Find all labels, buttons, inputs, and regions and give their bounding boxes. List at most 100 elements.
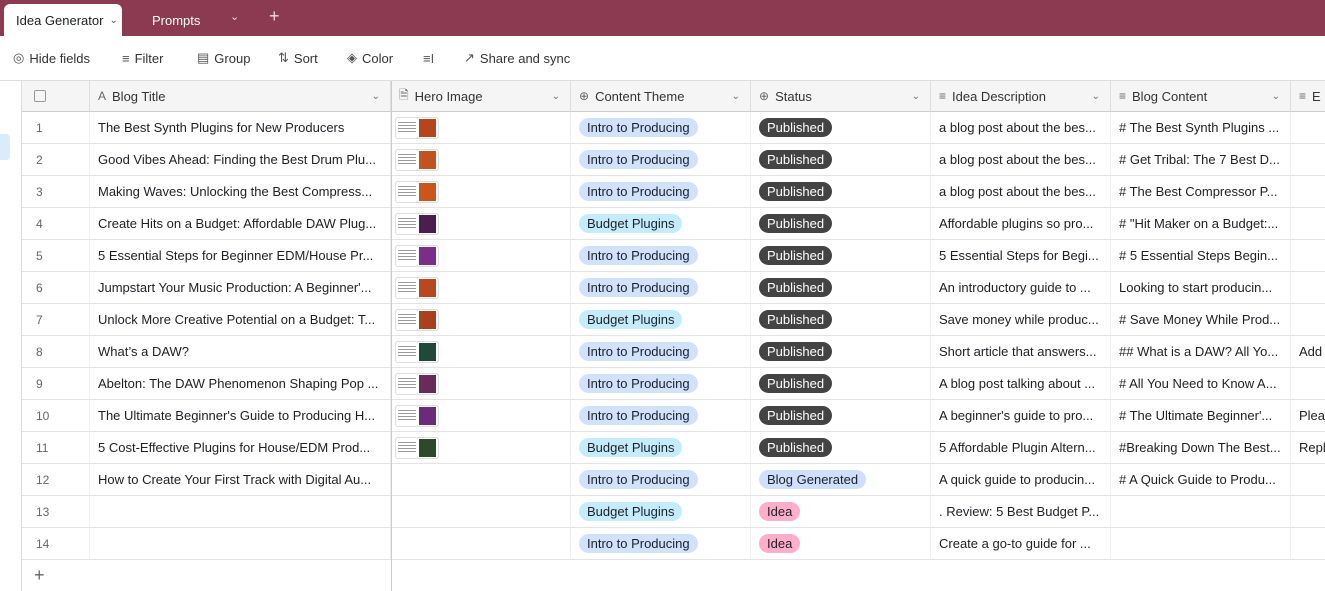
hero-image-cell[interactable] xyxy=(391,368,571,400)
status-cell[interactable]: Published xyxy=(751,432,931,464)
blog-content-cell[interactable]: # The Best Compressor P... xyxy=(1111,176,1291,208)
blog-content-cell[interactable]: # The Best Synth Plugins ... xyxy=(1111,112,1291,144)
hero-image-thumbnail[interactable] xyxy=(395,340,439,363)
blog-title-cell[interactable]: 5 Cost-Effective Plugins for House/EDM P… xyxy=(90,432,391,464)
sidebar-selected-item[interactable] xyxy=(0,134,10,160)
content-theme-cell[interactable]: Intro to Producing xyxy=(571,240,751,272)
hero-image-cell[interactable] xyxy=(391,272,571,304)
hero-image-cell[interactable] xyxy=(391,240,571,272)
idea-description-cell[interactable]: a blog post about the bes... xyxy=(931,176,1111,208)
extra-cell[interactable] xyxy=(1291,528,1325,560)
content-theme-cell[interactable]: Intro to Producing xyxy=(571,528,751,560)
blog-title-cell[interactable]: Good Vibes Ahead: Finding the Best Drum … xyxy=(90,144,391,176)
blog-content-cell[interactable]: # The Ultimate Beginner'... xyxy=(1111,400,1291,432)
blog-title-cell[interactable] xyxy=(90,496,391,528)
blog-title-cell[interactable]: Making Waves: Unlocking the Best Compres… xyxy=(90,176,391,208)
extra-cell[interactable] xyxy=(1291,112,1325,144)
content-theme-cell[interactable]: Budget Plugins xyxy=(571,304,751,336)
hero-image-thumbnail[interactable] xyxy=(395,308,439,331)
idea-description-cell[interactable]: A blog post talking about ... xyxy=(931,368,1111,400)
status-cell[interactable]: Published xyxy=(751,144,931,176)
extra-cell[interactable] xyxy=(1291,208,1325,240)
hero-image-cell[interactable] xyxy=(391,400,571,432)
blog-content-cell[interactable] xyxy=(1111,496,1291,528)
row-height-button[interactable]: ≡I xyxy=(423,51,434,66)
column-header[interactable]: ≡ E xyxy=(1291,81,1325,112)
idea-description-cell[interactable]: a blog post about the bes... xyxy=(931,144,1111,176)
idea-description-cell[interactable]: Affordable plugins so pro... xyxy=(931,208,1111,240)
idea-description-cell[interactable]: 5 Affordable Plugin Altern... xyxy=(931,432,1111,464)
blog-content-cell[interactable]: # Save Money While Prod... xyxy=(1111,304,1291,336)
blog-content-cell[interactable]: # 5 Essential Steps Begin... xyxy=(1111,240,1291,272)
tab-idea-generator[interactable]: Idea Generator ⌄ xyxy=(4,4,122,36)
blog-content-cell[interactable]: # All You Need to Know A... xyxy=(1111,368,1291,400)
select-all-checkbox[interactable] xyxy=(34,90,46,102)
hero-image-cell[interactable] xyxy=(391,432,571,464)
status-cell[interactable]: Published xyxy=(751,336,931,368)
hide-fields-button[interactable]: ◎ Hide fields xyxy=(13,50,90,66)
blog-content-cell[interactable]: Looking to start producin... xyxy=(1111,272,1291,304)
chevron-down-icon[interactable]: ⌄ xyxy=(1092,91,1100,102)
column-header[interactable]: 🗎 Hero Image ⌄ xyxy=(391,81,571,112)
status-cell[interactable]: Idea xyxy=(751,496,931,528)
add-record-button[interactable]: + xyxy=(34,565,45,586)
idea-description-cell[interactable]: Save money while produc... xyxy=(931,304,1111,336)
hero-image-thumbnail[interactable] xyxy=(395,212,439,235)
blog-content-cell[interactable]: #Breaking Down The Best... xyxy=(1111,432,1291,464)
hero-image-thumbnail[interactable] xyxy=(395,436,439,459)
idea-description-cell[interactable]: Create a go-to guide for ... xyxy=(931,528,1111,560)
hero-image-thumbnail[interactable] xyxy=(395,244,439,267)
hero-image-thumbnail[interactable] xyxy=(395,116,439,139)
blog-title-cell[interactable]: 5 Essential Steps for Beginner EDM/House… xyxy=(90,240,391,272)
idea-description-cell[interactable]: An introductory guide to ... xyxy=(931,272,1111,304)
content-theme-cell[interactable]: Intro to Producing xyxy=(571,336,751,368)
status-cell[interactable]: Published xyxy=(751,176,931,208)
hero-image-cell[interactable] xyxy=(391,112,571,144)
blog-title-cell[interactable] xyxy=(90,528,391,560)
share-sync-button[interactable]: ↗ Share and sync xyxy=(464,50,570,66)
status-cell[interactable]: Published xyxy=(751,304,931,336)
tab-prompts[interactable]: Prompts xyxy=(152,4,200,36)
content-theme-cell[interactable]: Intro to Producing xyxy=(571,464,751,496)
idea-description-cell[interactable]: A beginner's guide to pro... xyxy=(931,400,1111,432)
content-theme-cell[interactable]: Budget Plugins xyxy=(571,496,751,528)
extra-cell[interactable] xyxy=(1291,176,1325,208)
add-tab-icon[interactable]: + xyxy=(269,6,280,27)
status-cell[interactable]: Published xyxy=(751,400,931,432)
chevron-down-icon[interactable]: ⌄ xyxy=(1272,91,1280,102)
column-header[interactable]: A Blog Title ⌄ xyxy=(90,81,391,112)
idea-description-cell[interactable]: a blog post about the bes... xyxy=(931,112,1111,144)
chevron-down-icon[interactable]: ⌄ xyxy=(109,15,117,26)
hero-image-cell[interactable] xyxy=(391,176,571,208)
status-cell[interactable]: Published xyxy=(751,272,931,304)
blog-content-cell[interactable]: # "Hit Maker on a Budget:... xyxy=(1111,208,1291,240)
idea-description-cell[interactable]: Short article that answers... xyxy=(931,336,1111,368)
hero-image-cell[interactable] xyxy=(391,464,571,496)
chevron-down-icon[interactable]: ⌄ xyxy=(372,91,380,102)
hero-image-thumbnail[interactable] xyxy=(395,276,439,299)
column-header[interactable]: ⊕ Status ⌄ xyxy=(751,81,931,112)
hero-image-thumbnail[interactable] xyxy=(395,148,439,171)
hero-image-cell[interactable] xyxy=(391,304,571,336)
content-theme-cell[interactable]: Intro to Producing xyxy=(571,368,751,400)
extra-cell[interactable]: Pleas xyxy=(1291,400,1325,432)
extra-cell[interactable] xyxy=(1291,304,1325,336)
chevron-down-icon[interactable]: ⌄ xyxy=(230,10,239,23)
chevron-down-icon[interactable]: ⌄ xyxy=(732,91,740,102)
column-header[interactable]: ≡ Blog Content ⌄ xyxy=(1111,81,1291,112)
group-button[interactable]: ▤ Group xyxy=(197,50,250,66)
extra-cell[interactable] xyxy=(1291,240,1325,272)
content-theme-cell[interactable]: Budget Plugins xyxy=(571,432,751,464)
extra-cell[interactable] xyxy=(1291,368,1325,400)
content-theme-cell[interactable]: Intro to Producing xyxy=(571,112,751,144)
content-theme-cell[interactable]: Intro to Producing xyxy=(571,176,751,208)
status-cell[interactable]: Published xyxy=(751,112,931,144)
content-theme-cell[interactable]: Intro to Producing xyxy=(571,272,751,304)
blog-title-cell[interactable]: The Ultimate Beginner's Guide to Produci… xyxy=(90,400,391,432)
extra-cell[interactable] xyxy=(1291,464,1325,496)
content-theme-cell[interactable]: Intro to Producing xyxy=(571,400,751,432)
column-header[interactable]: ≡ Idea Description ⌄ xyxy=(931,81,1111,112)
filter-button[interactable]: ≡ Filter xyxy=(122,51,163,66)
hero-image-thumbnail[interactable] xyxy=(395,404,439,427)
blog-title-cell[interactable]: Create Hits on a Budget: Affordable DAW … xyxy=(90,208,391,240)
